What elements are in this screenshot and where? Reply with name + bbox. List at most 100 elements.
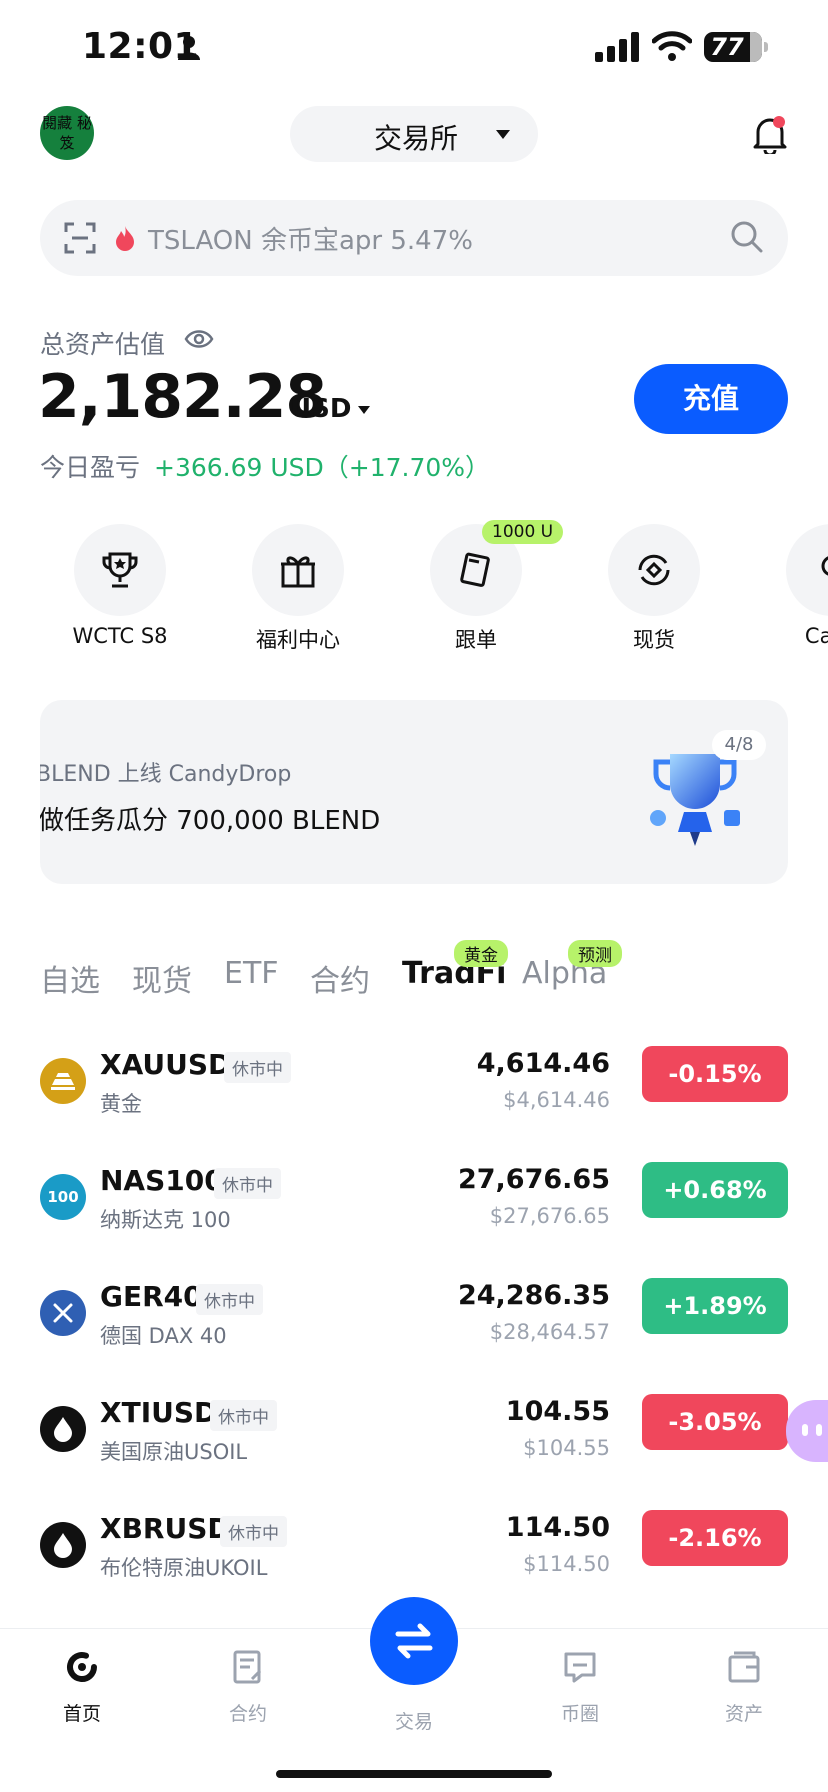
- nav-community[interactable]: 币圈: [520, 1649, 640, 1726]
- market-price-usd: $4,614.46: [503, 1088, 610, 1112]
- market-name: 美国原油USOIL: [100, 1440, 248, 1464]
- market-symbol: XTIUSD: [100, 1396, 218, 1429]
- signal-icon: [595, 32, 639, 62]
- promo-banner[interactable]: BLEND 上线 CandyDrop 做任务瓜分 700,000 BLEND 4…: [40, 700, 788, 884]
- cards-icon: [460, 552, 490, 587]
- contract-icon: [233, 1650, 262, 1684]
- trade-swap-icon[interactable]: [370, 1597, 458, 1685]
- tab-favorites[interactable]: 自选: [40, 956, 100, 1000]
- chat-icon: [564, 1652, 596, 1683]
- candy-icon: [821, 556, 828, 576]
- tab-badge-prediction: 预测: [568, 940, 622, 967]
- battery-icon: 77: [704, 32, 768, 62]
- wallet-icon: [728, 1651, 760, 1683]
- exchange-selector[interactable]: 交易所: [290, 106, 538, 162]
- market-symbol: GER40: [100, 1280, 203, 1313]
- nav-label: 首页: [62, 1703, 101, 1725]
- market-price: 114.50: [505, 1512, 610, 1543]
- quick-action-copy-trade[interactable]: 1000 U 跟单: [430, 520, 564, 652]
- market-name: 布伦特原油UKOIL: [100, 1556, 268, 1580]
- oil-drop-icon: [40, 1522, 86, 1568]
- market-row-xtiusd[interactable]: XTIUSD 休市中 美国原油USOIL 104.55 $104.55 -3.0…: [40, 1394, 788, 1474]
- assistant-bubble-icon[interactable]: [786, 1400, 828, 1462]
- home-icon: [67, 1652, 97, 1682]
- market-price-usd: $114.50: [523, 1552, 610, 1576]
- wifi-icon: [652, 31, 692, 61]
- quick-action-label: WCTC S8: [72, 624, 168, 648]
- dax-icon: [40, 1290, 86, 1336]
- market-change-badge[interactable]: -0.15%: [642, 1046, 788, 1102]
- trophy-icon: [102, 552, 138, 588]
- market-change-badge[interactable]: -3.05%: [642, 1394, 788, 1450]
- banner-pager: 4/8: [712, 730, 766, 760]
- market-price-usd: $27,676.65: [489, 1204, 610, 1228]
- search-icon[interactable]: [730, 220, 764, 254]
- tab-spot[interactable]: 现货: [132, 956, 192, 1000]
- market-change-badge[interactable]: +0.68%: [642, 1162, 788, 1218]
- search-placeholder: TSLAON 余币宝apr 5.47%: [148, 226, 473, 256]
- market-price: 104.55: [505, 1396, 610, 1427]
- market-row-xbrusd[interactable]: XBRUSD 休市中 布伦特原油UKOIL 114.50 $114.50 -2.…: [40, 1510, 788, 1590]
- person-icon: [178, 36, 200, 60]
- bell-icon[interactable]: [752, 114, 788, 154]
- nav-label: 资产: [724, 1703, 763, 1725]
- market-price: 4,614.46: [476, 1048, 610, 1079]
- pnl-value: +366.69 USD（+17.70%）: [154, 453, 491, 482]
- caret-down-icon[interactable]: [358, 406, 370, 414]
- total-assets-value: 2,182.28: [38, 362, 327, 432]
- tab-futures[interactable]: 合约: [310, 956, 370, 1000]
- currency-unit[interactable]: USD: [290, 394, 351, 424]
- gift-icon: [281, 556, 315, 588]
- market-price-usd: $104.55: [523, 1436, 610, 1460]
- market-name: 德国 DAX 40: [100, 1324, 227, 1348]
- nav-home[interactable]: 首页: [22, 1649, 142, 1726]
- flame-icon: [116, 226, 134, 251]
- status-bar: 12:01 77: [0, 0, 828, 96]
- quick-action-label: Cand: [804, 624, 828, 648]
- tab-badge-gold: 黄金: [454, 940, 508, 967]
- market-change-badge[interactable]: -2.16%: [642, 1510, 788, 1566]
- bottom-nav: 首页 合约 交易 币圈 资产: [0, 1597, 828, 1792]
- market-row-xauusd[interactable]: XAUUSD 休市中 黄金 4,614.46 $4,614.46 -0.15%: [40, 1046, 788, 1126]
- market-row-ger40[interactable]: GER40 休市中 德国 DAX 40 24,286.35 $28,464.57…: [40, 1278, 788, 1358]
- market-change-badge[interactable]: +1.89%: [642, 1278, 788, 1334]
- market-price: 27,676.65: [457, 1164, 610, 1195]
- search-bar[interactable]: TSLAON 余币宝apr 5.47%: [40, 200, 788, 276]
- market-status-badge: 休市中: [196, 1284, 263, 1315]
- market-status-badge: 休市中: [220, 1516, 287, 1547]
- quick-action-spot[interactable]: 现货: [608, 524, 700, 652]
- oil-drop-icon: [40, 1406, 86, 1452]
- market-status-badge: 休市中: [214, 1168, 281, 1199]
- quick-action-wctc[interactable]: WCTC S8: [72, 524, 168, 648]
- caret-down-icon: [496, 130, 510, 139]
- nav-futures[interactable]: 合约: [188, 1649, 308, 1726]
- market-symbol: XBRUSD: [100, 1512, 231, 1545]
- avatar[interactable]: 閱藏 秘笈: [40, 106, 94, 160]
- market-status-badge: 休市中: [224, 1052, 291, 1083]
- promo-badge: 1000 U: [482, 520, 564, 544]
- market-row-nas100[interactable]: 100 NAS100 休市中 纳斯达克 100 27,676.65 $27,67…: [40, 1162, 788, 1242]
- banner-title: BLEND 上线 CandyDrop: [40, 762, 292, 787]
- nav-label: 币圈: [560, 1703, 599, 1725]
- quick-action-label: 跟单: [455, 628, 497, 652]
- nas100-icon: 100: [40, 1174, 86, 1220]
- eye-icon[interactable]: [184, 328, 214, 350]
- exchange-icon: [638, 554, 670, 586]
- battery-percent: 77: [710, 33, 744, 61]
- deposit-button[interactable]: 充值: [634, 364, 788, 434]
- market-price-usd: $28,464.57: [489, 1320, 610, 1344]
- market-name: 纳斯达克 100: [100, 1208, 231, 1232]
- quick-action-welfare[interactable]: 福利中心: [252, 524, 344, 652]
- nav-assets[interactable]: 资产: [684, 1649, 804, 1726]
- scan-icon[interactable]: [64, 222, 96, 254]
- exchange-label: 交易所: [374, 122, 459, 155]
- pnl-label: 今日盈亏: [40, 453, 141, 482]
- tab-etf[interactable]: ETF: [224, 956, 279, 991]
- market-symbol: NAS100: [100, 1164, 224, 1197]
- home-indicator: [276, 1770, 552, 1778]
- nav-trade-label[interactable]: 交易: [354, 1707, 474, 1734]
- market-name: 黄金: [100, 1092, 142, 1116]
- nav-label: 合约: [228, 1703, 267, 1725]
- quick-action-candy[interactable]: Cand: [786, 524, 828, 648]
- total-assets-label: 总资产估值: [40, 330, 166, 359]
